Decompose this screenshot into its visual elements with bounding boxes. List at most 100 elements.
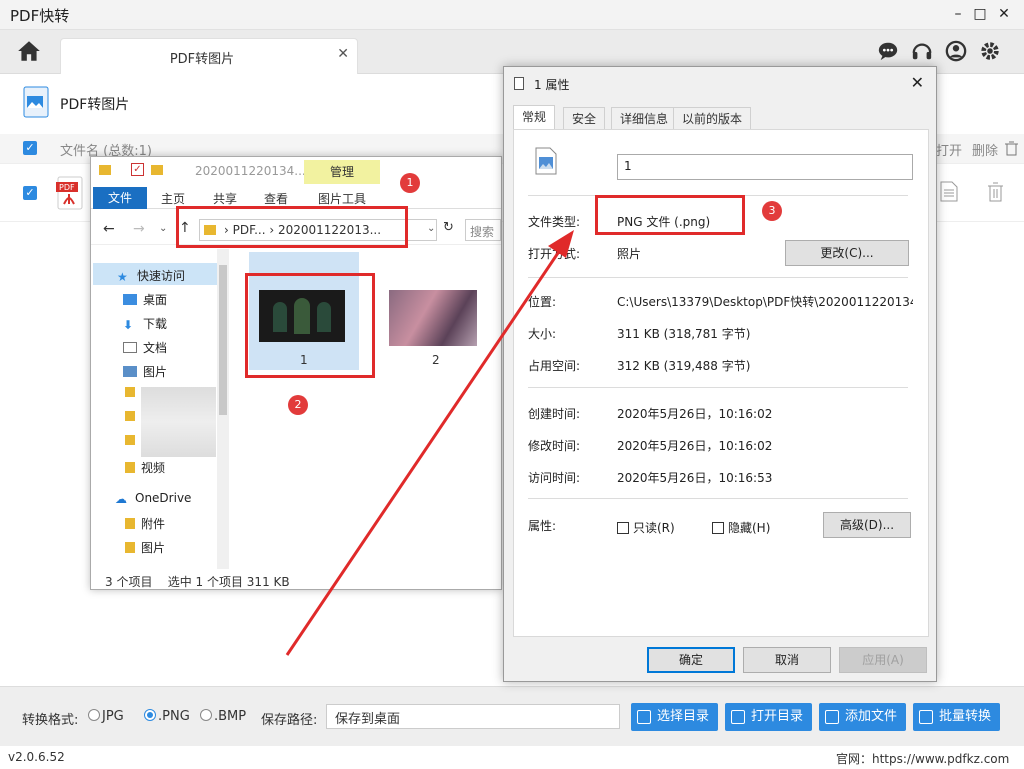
annotation-badge-3: 3 [762, 201, 782, 221]
folder-icon [125, 462, 135, 473]
open-directory-button[interactable]: 打开目录 [725, 703, 812, 731]
open-file-icon[interactable] [940, 181, 958, 202]
nav-videos[interactable]: 视频 [125, 459, 165, 476]
nav-attachments[interactable]: 附件 [125, 515, 165, 532]
radio-png-label: .PNG [158, 709, 190, 724]
page-title: PDF转图片 [60, 97, 130, 113]
radio-jpg[interactable]: JPG [88, 709, 124, 724]
manage-tab[interactable]: 管理 [304, 160, 380, 184]
svg-text:PDF: PDF [59, 183, 75, 192]
radio-bmp[interactable]: .BMP [200, 709, 246, 724]
maximize-button[interactable]: □ [970, 4, 990, 24]
delete-row-trash-icon[interactable] [987, 181, 1004, 202]
ribbon-file-tab[interactable]: 文件 [93, 187, 147, 209]
annotation-box-address [176, 206, 408, 248]
select-all-checkbox[interactable]: ✓ [23, 141, 37, 155]
annotation-box-file [245, 273, 375, 378]
properties-check-icon[interactable]: ✓ [131, 163, 144, 176]
save-icon [637, 710, 651, 724]
desktop-icon [123, 294, 137, 305]
nav-quick-access-label: 快速访问 [137, 269, 186, 283]
version-text: v2.0.6.52 [8, 750, 65, 764]
nav-quick-access[interactable]: ★ 快速访问 [117, 267, 185, 284]
headset-icon[interactable] [911, 40, 933, 62]
open-with-value: 照片 [617, 247, 642, 261]
divider [528, 277, 908, 278]
address-dropdown-icon[interactable]: ⌄ [427, 223, 435, 234]
tab-security[interactable]: 安全 [563, 107, 606, 129]
attributes-label: 属性: [528, 519, 557, 533]
new-folder-icon[interactable] [151, 165, 163, 175]
hidden-box [712, 522, 724, 534]
nav-onedrive-label: OneDrive [135, 491, 192, 505]
back-arrow-icon[interactable]: ← [103, 221, 115, 237]
ribbon-share-tab[interactable]: 共享 [213, 190, 237, 207]
nav-downloads[interactable]: ⬇ 下载 [123, 315, 167, 332]
choose-directory-button[interactable]: 选择目录 [631, 703, 718, 731]
website-text[interactable]: 官网：https://www.pdfkz.com [836, 750, 1009, 767]
add-file-button[interactable]: 添加文件 [819, 703, 906, 731]
hidden-label: 隐藏(H) [728, 521, 771, 535]
trash-icon[interactable] [1005, 141, 1018, 156]
nav-onedrive-pictures[interactable]: 图片 [125, 539, 165, 556]
cancel-button[interactable]: 取消 [743, 647, 831, 673]
divider [528, 498, 908, 499]
tab-previous-versions[interactable]: 以前的版本 [673, 107, 752, 129]
accessed-value: 2020年5月26日，10:16:53 [617, 471, 773, 485]
nav-attachments-label: 附件 [141, 517, 166, 531]
search-input[interactable]: 搜索 [465, 219, 501, 241]
folder-icon [125, 518, 135, 529]
nav-pictures[interactable]: 图片 [123, 363, 167, 380]
png-file-icon [535, 147, 557, 175]
readonly-checkbox[interactable]: 只读(R) [617, 519, 675, 536]
title-bar [0, 0, 1024, 30]
apply-button[interactable]: 应用(A) [839, 647, 927, 673]
open-column-header: 打开 [936, 144, 963, 159]
file-name-input[interactable]: 1 [617, 154, 913, 180]
file-name-2: 2 [432, 353, 440, 367]
disk-size-value: 312 KB (319,488 字节) [617, 359, 751, 373]
nav-onedrive[interactable]: ☁ OneDrive [115, 491, 191, 506]
nav-documents[interactable]: 文档 [123, 339, 167, 356]
created-label: 创建时间: [528, 407, 581, 421]
tab-details[interactable]: 详细信息 [611, 107, 678, 129]
folder-icon [731, 710, 745, 724]
hidden-checkbox[interactable]: 隐藏(H) [712, 519, 770, 536]
change-button[interactable]: 更改(C)... [785, 240, 909, 266]
refresh-icon[interactable]: ↻ [443, 220, 454, 235]
ribbon-view-tab[interactable]: 查看 [264, 190, 288, 207]
folder-icon [125, 542, 135, 553]
advanced-button[interactable]: 高级(D)... [823, 512, 911, 538]
modified-label: 修改时间: [528, 439, 581, 453]
user-icon[interactable] [945, 40, 967, 62]
image-thumbnail-2[interactable] [389, 290, 477, 346]
location-value: C:\Users\13379\Desktop\PDF快转\20200112201… [617, 295, 913, 309]
save-path-input[interactable]: 保存到桌面 [326, 704, 620, 729]
modified-value: 2020年5月26日，10:16:02 [617, 439, 773, 453]
minimize-button[interactable]: – [948, 4, 968, 24]
app-title: PDF快转 [10, 7, 70, 25]
home-icon[interactable] [16, 38, 42, 64]
folder-icon [125, 411, 135, 421]
created-value: 2020年5月26日，10:16:02 [617, 407, 773, 421]
settings-gear-icon[interactable] [979, 40, 1001, 62]
close-button[interactable]: ✕ [994, 4, 1014, 24]
radio-bmp-label: .BMP [214, 709, 247, 724]
radio-png[interactable]: .PNG [144, 709, 190, 724]
close-icon[interactable]: ✕ [911, 73, 924, 92]
recent-dropdown-icon[interactable]: ⌄ [159, 223, 167, 234]
row-checkbox[interactable]: ✓ [23, 186, 37, 200]
tab-pdf-to-image[interactable]: PDF转图片 ✕ [60, 38, 358, 74]
forward-arrow-icon[interactable]: → [133, 221, 145, 237]
save-path-label: 保存路径: [261, 713, 318, 728]
ok-button[interactable]: 确定 [647, 647, 735, 673]
tab-close-icon[interactable]: ✕ [337, 46, 349, 62]
ribbon-home-tab[interactable]: 主页 [161, 190, 185, 207]
ribbon-picture-tools-tab[interactable]: 图片工具 [318, 190, 366, 207]
nav-scroll-thumb[interactable] [219, 265, 227, 415]
tab-general[interactable]: 常规 [513, 105, 556, 129]
chat-icon[interactable] [877, 40, 899, 62]
nav-desktop[interactable]: 桌面 [123, 291, 167, 308]
delete-column-header: 删除 [972, 144, 999, 159]
batch-convert-button[interactable]: 批量转换 [913, 703, 1000, 731]
